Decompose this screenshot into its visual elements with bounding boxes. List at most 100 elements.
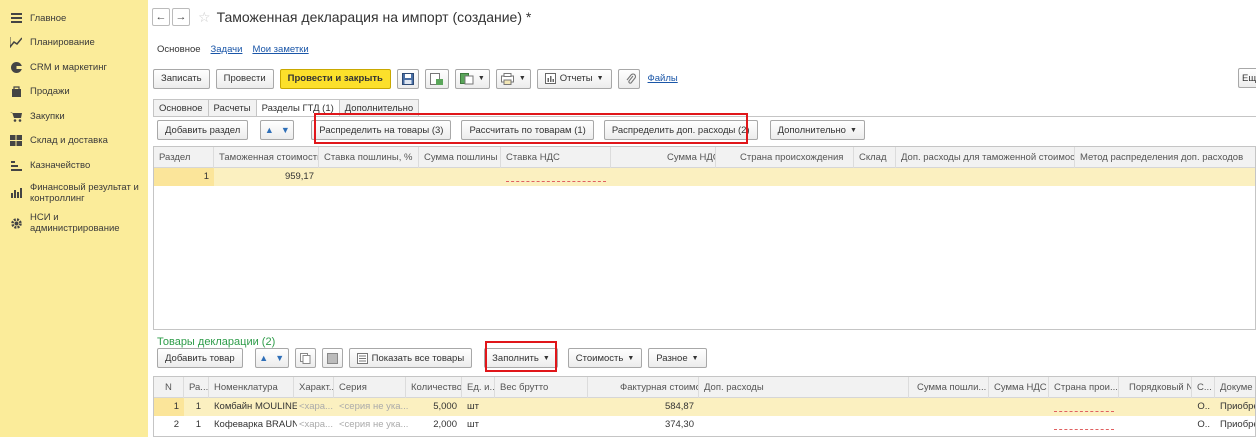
cell-document[interactable]: Приобре: [1215, 416, 1255, 434]
more-button[interactable]: Еще: [1238, 68, 1256, 88]
col-duty-rate[interactable]: Ставка пошлины, %: [319, 147, 419, 168]
post-and-close-button[interactable]: Провести и закрыть: [279, 68, 391, 89]
col-vat-amount[interactable]: Сумма НДС: [989, 377, 1049, 398]
document-structure-button[interactable]: [424, 68, 449, 89]
subnav-notes[interactable]: Мои заметки: [252, 44, 308, 55]
col-country[interactable]: Страна происхождения: [716, 147, 854, 168]
sidebar-item-admin[interactable]: НСИ и администрирование: [0, 210, 148, 236]
sidebar-item-main[interactable]: Главное: [0, 8, 148, 28]
table-row[interactable]: 2 1 Кофеварка BRAUN ... <хара... <серия …: [154, 416, 1255, 434]
show-all-goods-label: Показать все товары: [371, 352, 465, 364]
cell-series[interactable]: <серия не ука...: [334, 416, 408, 434]
arrow-down-icon[interactable]: ▼: [275, 353, 284, 363]
col-country[interactable]: Страна прои...: [1049, 377, 1119, 398]
cell-characteristic[interactable]: <хара...: [294, 398, 336, 416]
arrow-up-icon[interactable]: ▲: [259, 353, 268, 363]
additional-menu-label: Дополнительно: [777, 124, 846, 136]
cell-n[interactable]: 2: [154, 416, 184, 434]
cost-button[interactable]: Стоимость ▼: [567, 348, 643, 368]
files-button[interactable]: [617, 68, 640, 89]
goods-move-buttons[interactable]: ▲ ▼: [254, 348, 289, 368]
cell-invoice-value[interactable]: 374,30: [588, 416, 699, 434]
col-extra-costs[interactable]: Доп. расходы: [699, 377, 909, 398]
arrow-down-icon[interactable]: ▼: [281, 125, 290, 135]
cell-unit[interactable]: шт: [462, 398, 495, 416]
cell-section[interactable]: 1: [184, 398, 206, 416]
copy-button[interactable]: [294, 348, 316, 368]
cell-quantity[interactable]: 5,000: [406, 398, 462, 416]
col-section[interactable]: Ра...: [184, 377, 209, 398]
table-row[interactable]: 1 1 Комбайн MOULINEX... <хара... <серия …: [154, 398, 1255, 416]
col-characteristic[interactable]: Характ...: [294, 377, 334, 398]
col-order-number[interactable]: Порядковый №: [1119, 377, 1192, 398]
reports-button[interactable]: Отчеты ▼: [536, 68, 612, 89]
col-duty-amount[interactable]: Сумма пошли...: [909, 377, 989, 398]
cell-section[interactable]: 1: [184, 416, 206, 434]
cell-quantity[interactable]: 2,000: [406, 416, 462, 434]
cell-s[interactable]: О..: [1192, 416, 1215, 434]
cell-characteristic[interactable]: <хара...: [294, 416, 336, 434]
add-goods-button[interactable]: Добавить товар: [157, 348, 243, 368]
files-link[interactable]: Файлы: [646, 69, 685, 89]
sidebar-item-finance[interactable]: Финансовый результат и контроллинг: [0, 180, 148, 206]
sidebar-item-crm[interactable]: CRM и маркетинг: [0, 57, 148, 77]
tab-main[interactable]: Основное: [153, 99, 209, 117]
sidebar-item-sales[interactable]: Продажи: [0, 82, 148, 102]
table-row[interactable]: 1 959,17: [154, 168, 1255, 186]
col-gross-weight[interactable]: Вес брутто: [495, 377, 588, 398]
col-warehouse[interactable]: Склад: [854, 147, 896, 168]
cell-document[interactable]: Приобре: [1215, 398, 1255, 416]
post-button[interactable]: Провести: [215, 68, 274, 89]
cell-invoice-value[interactable]: 584,87: [588, 398, 699, 416]
barcode-button[interactable]: [321, 348, 343, 368]
favorite-star-icon[interactable]: ☆: [198, 9, 211, 26]
col-s[interactable]: С...: [1192, 377, 1215, 398]
col-invoice-value[interactable]: Фактурная стоимость: [588, 377, 699, 398]
show-all-goods-button[interactable]: Показать все товары: [348, 348, 473, 368]
cell-s[interactable]: О..: [1192, 398, 1215, 416]
add-section-button[interactable]: Добавить раздел: [157, 120, 249, 140]
save-button[interactable]: Записать: [153, 68, 210, 89]
sidebar-item-purchases[interactable]: Закупки: [0, 106, 148, 126]
create-based-on-button[interactable]: ▼: [454, 68, 490, 89]
sections-table: Раздел Таможенная стоимость Ставка пошли…: [153, 146, 1256, 330]
col-vat-amount[interactable]: Сумма НДС: [611, 147, 716, 168]
sidebar-item-label: Планирование: [30, 37, 95, 48]
col-extra-costs[interactable]: Доп. расходы для таможенной стоимости: [896, 147, 1075, 168]
sidebar-item-label: CRM и маркетинг: [30, 61, 107, 73]
misc-button[interactable]: Разное ▼: [648, 348, 707, 368]
additional-menu-button[interactable]: Дополнительно ▼: [769, 120, 865, 140]
chart-icon: [10, 37, 22, 49]
cell-unit[interactable]: шт: [462, 416, 495, 434]
subnav-main[interactable]: Основное: [157, 44, 201, 55]
subnav-tasks[interactable]: Задачи: [211, 44, 243, 55]
col-duty-amount[interactable]: Сумма пошлины: [419, 147, 501, 168]
col-item[interactable]: Номенклатура: [209, 377, 294, 398]
col-distribution-method[interactable]: Метод распределения доп. расходов: [1075, 147, 1255, 168]
sidebar-item-planning[interactable]: Планирование: [0, 33, 148, 53]
back-button[interactable]: ←: [152, 8, 170, 26]
col-unit[interactable]: Ед. и...: [462, 377, 495, 398]
forward-button[interactable]: →: [172, 8, 190, 26]
tab-payments[interactable]: Расчеты: [207, 99, 257, 117]
arrow-up-icon[interactable]: ▲: [265, 125, 274, 135]
cell-series[interactable]: <серия не ука...: [334, 398, 408, 416]
goods-section-title[interactable]: Товары декларации (2): [157, 336, 275, 348]
col-document[interactable]: Докуме: [1215, 377, 1255, 398]
sidebar-item-treasury[interactable]: Казначейство: [0, 155, 148, 175]
save-disk-button[interactable]: [396, 68, 419, 89]
sidebar-item-warehouse[interactable]: Склад и доставка: [0, 131, 148, 151]
move-buttons[interactable]: ▲ ▼: [260, 120, 295, 140]
col-customs-value[interactable]: Таможенная стоимость: [214, 147, 319, 168]
print-button[interactable]: ▼: [495, 68, 531, 89]
cell-customs-value[interactable]: 959,17: [214, 168, 319, 186]
col-vat-rate[interactable]: Ставка НДС: [501, 147, 611, 168]
cell-n[interactable]: 1: [154, 398, 184, 416]
col-n[interactable]: N: [154, 377, 184, 398]
col-section[interactable]: Раздел: [154, 147, 214, 168]
cell-item[interactable]: Кофеварка BRAUN ...: [209, 416, 297, 434]
col-series[interactable]: Серия: [334, 377, 406, 398]
cell-section[interactable]: 1: [154, 168, 214, 186]
col-quantity[interactable]: Количество: [406, 377, 462, 398]
cell-item[interactable]: Комбайн MOULINEX...: [209, 398, 297, 416]
